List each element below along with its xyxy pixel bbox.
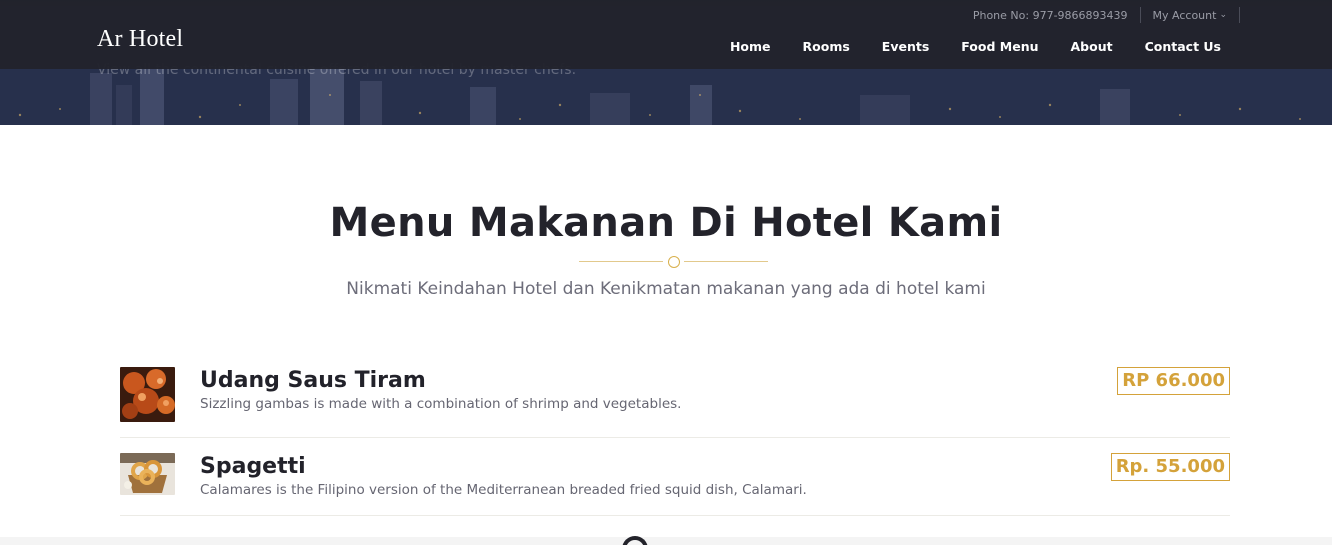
brand-logo[interactable]: Ar Hotel — [97, 26, 183, 53]
utility-bar: Phone No: 977-9866893439 My Account ⌄ — [973, 7, 1252, 23]
nav-events[interactable]: Events — [866, 38, 945, 55]
divider-circle-icon — [668, 256, 680, 268]
nav-about[interactable]: About — [1055, 38, 1129, 55]
chevron-down-icon: ⌄ — [1219, 10, 1227, 20]
menu-item-price: Rp. 55.000 — [1110, 453, 1230, 481]
menu-item-divider — [120, 437, 1230, 438]
utility-divider — [1239, 7, 1240, 23]
phone-number: Phone No: 977-9866893439 — [972, 8, 1128, 22]
menu-item-description: Sizzling gambas is made with a combinati… — [200, 396, 682, 412]
menu-item: Spagetti Calamares is the Filipino versi… — [120, 453, 1230, 516]
nav-home[interactable]: Home — [714, 38, 787, 55]
food-thumbnail-shrimp — [120, 367, 175, 422]
title-divider — [579, 255, 768, 269]
menu-item-description: Calamares is the Filipino version of the… — [200, 482, 807, 498]
utility-divider — [1139, 7, 1141, 23]
main-navigation: Home Rooms Events Food Menu About Contac… — [714, 38, 1237, 55]
my-account-label: My Account — [1152, 8, 1217, 22]
menu-item-price: RP 66.000 — [1117, 367, 1230, 395]
top-navigation-bar: Ar Hotel Phone No: 977-9866893439 My Acc… — [0, 0, 1332, 69]
menu-item-name: Spagetti — [200, 454, 306, 479]
menu-item-divider — [120, 515, 1230, 516]
menu-item: Udang Saus Tiram Sizzling gambas is made… — [120, 367, 1230, 438]
nav-rooms[interactable]: Rooms — [787, 38, 866, 55]
divider-line — [684, 261, 768, 262]
section-title: Menu Makanan Di Hotel Kami — [329, 200, 1003, 246]
section-subtitle: Nikmati Keindahan Hotel dan Kenikmatan m… — [346, 279, 986, 299]
my-account-dropdown[interactable]: My Account ⌄ — [1153, 9, 1227, 22]
nav-contact-us[interactable]: Contact Us — [1129, 38, 1237, 55]
divider-line — [579, 261, 663, 262]
nav-food-menu[interactable]: Food Menu — [945, 38, 1054, 55]
page-bottom-edge — [0, 537, 1332, 545]
menu-item-name: Udang Saus Tiram — [200, 368, 426, 393]
food-thumbnail-calamari — [120, 453, 175, 495]
